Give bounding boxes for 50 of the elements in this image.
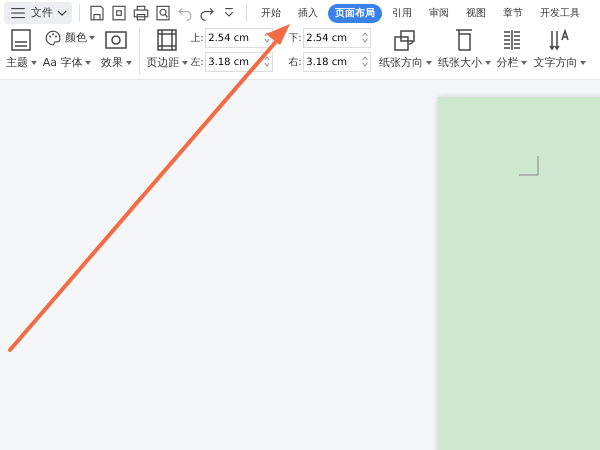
field-label: 左: — [190, 56, 205, 70]
spinner-icon — [264, 32, 270, 43]
palette-icon — [44, 29, 62, 47]
margin-field[interactable]: 2.54 cm — [205, 28, 274, 48]
ribbon-tab[interactable]: 插入 — [291, 4, 325, 22]
ribbon-tab[interactable]: 页面布局 — [328, 4, 382, 22]
caret-icon — [426, 60, 432, 66]
caret-icon — [30, 60, 37, 66]
print-icon — [132, 4, 150, 22]
export-icon — [110, 4, 128, 22]
caret-icon — [182, 60, 188, 66]
color-button[interactable]: 颜色 — [40, 28, 97, 48]
print-preview-icon — [154, 4, 172, 22]
margin-corner-mark — [519, 156, 539, 176]
caret-icon — [580, 60, 586, 66]
ribbon-tab[interactable]: 审阅 — [422, 4, 456, 22]
margin-field[interactable]: 3.18 cm — [205, 52, 274, 72]
columns-button[interactable]: 分栏 — [494, 28, 530, 72]
caret-icon — [88, 35, 95, 41]
chevron-icon — [57, 8, 67, 18]
margins-button[interactable]: 页边距 — [144, 28, 190, 72]
ribbon-tab[interactable]: 开发工具 — [533, 4, 587, 22]
margin-field[interactable]: 2.54 cm — [303, 28, 372, 48]
save-icon — [88, 4, 106, 22]
margins-icon — [155, 28, 180, 52]
orientation-icon — [393, 28, 418, 52]
file-menu-button[interactable]: 文件 — [4, 2, 72, 24]
field-label: 上: — [190, 32, 205, 46]
spinner-icon — [264, 56, 270, 67]
spinner-icon — [362, 32, 368, 43]
ribbon-tab[interactable]: 章节 — [496, 4, 530, 22]
ribbon-tab[interactable]: 引用 — [385, 4, 419, 22]
caret-icon — [484, 60, 490, 66]
effects-button[interactable]: 效果 — [98, 28, 134, 72]
caret-icon — [84, 60, 91, 66]
caret-icon — [521, 60, 528, 66]
quick-access-button[interactable] — [131, 4, 151, 22]
caret-icon — [126, 60, 132, 66]
font-button[interactable]: Aa 字体 — [40, 54, 97, 72]
text-direction-button[interactable]: 文字方向 — [531, 28, 588, 72]
ribbon-tab[interactable]: 视图 — [459, 4, 493, 22]
field-label: 右: — [288, 56, 303, 70]
orientation-button[interactable]: 纸张方向 — [377, 28, 434, 72]
theme-button[interactable]: 主题 — [4, 28, 39, 72]
ribbon-tab[interactable]: 开始 — [254, 4, 288, 22]
paper-size-button[interactable]: 纸张大小 — [436, 28, 492, 72]
theme-icon — [9, 28, 34, 52]
spinner-icon — [362, 56, 368, 67]
margin-field[interactable]: 3.18 cm — [303, 52, 372, 72]
field-label: 下: — [288, 32, 303, 46]
